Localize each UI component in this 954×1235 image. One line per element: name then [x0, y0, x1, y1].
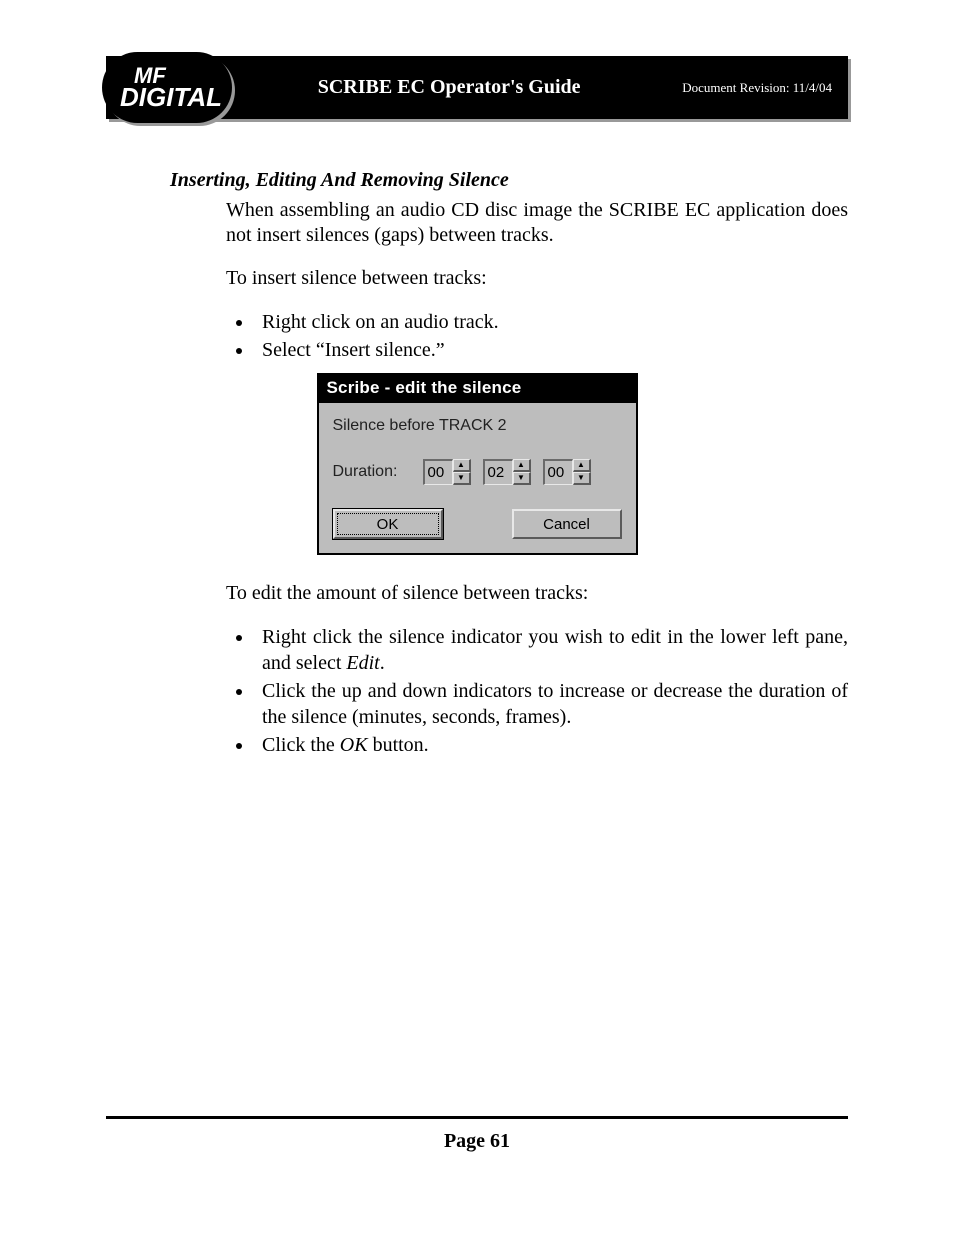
minutes-spinner[interactable]: ▲ ▼ [423, 459, 471, 485]
duration-label: Duration: [333, 463, 413, 481]
minutes-up-button[interactable]: ▲ [453, 459, 471, 472]
frames-up-button[interactable]: ▲ [573, 459, 591, 472]
frames-down-button[interactable]: ▼ [573, 472, 591, 485]
cancel-button[interactable]: Cancel [512, 509, 622, 539]
dialog-titlebar: Scribe - edit the silence [319, 375, 636, 403]
list-item: Click the OK button. [254, 732, 848, 758]
frames-field[interactable] [543, 459, 573, 485]
section-heading: Inserting, Editing And Removing Silence [170, 169, 848, 192]
ok-button[interactable]: OK [333, 509, 443, 539]
frames-spinner[interactable]: ▲ ▼ [543, 459, 591, 485]
minutes-down-button[interactable]: ▼ [453, 472, 471, 485]
seconds-down-button[interactable]: ▼ [513, 472, 531, 485]
document-title: SCRIBE EC Operator's Guide [216, 76, 682, 99]
document-revision: Document Revision: 11/4/04 [682, 80, 848, 96]
list-item: Click the up and down indicators to incr… [254, 678, 848, 730]
minutes-field[interactable] [423, 459, 453, 485]
logo: MF DIGITAL [102, 52, 232, 123]
list-item: Right click on an audio track. [254, 309, 848, 335]
page-number: Page 61 [0, 1130, 954, 1153]
seconds-field[interactable] [483, 459, 513, 485]
document-header: MF DIGITAL SCRIBE EC Operator's Guide Do… [106, 56, 848, 119]
paragraph: To edit the amount of silence between tr… [226, 581, 848, 606]
steps-list: Right click on an audio track. Select “I… [254, 309, 848, 363]
seconds-spinner[interactable]: ▲ ▼ [483, 459, 531, 485]
list-item: Right click the silence indicator you wi… [254, 624, 848, 676]
logo-line2: DIGITAL [120, 86, 222, 108]
steps-list: Right click the silence indicator you wi… [254, 624, 848, 758]
dialog-subtitle: Silence before TRACK 2 [333, 417, 622, 435]
paragraph: When assembling an audio CD disc image t… [226, 198, 848, 248]
paragraph: To insert silence between tracks: [226, 266, 848, 291]
seconds-up-button[interactable]: ▲ [513, 459, 531, 472]
footer-rule [106, 1116, 848, 1119]
list-item: Select “Insert silence.” [254, 337, 848, 363]
edit-silence-dialog: Scribe - edit the silence Silence before… [317, 373, 638, 555]
